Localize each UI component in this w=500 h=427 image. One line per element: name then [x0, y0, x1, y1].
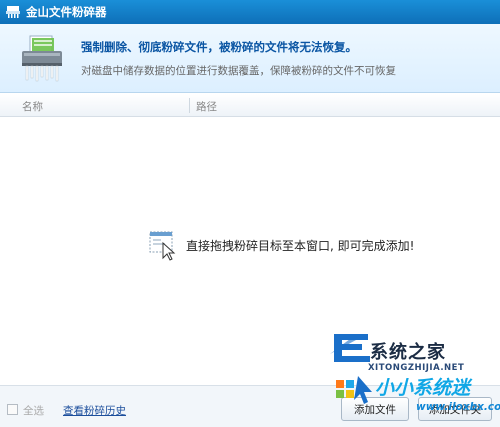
drop-hint: 直接拖拽粉碎目标至本窗口, 即可完成添加!: [148, 229, 414, 261]
window-title: 金山文件粉碎器: [26, 5, 107, 19]
file-drop-list[interactable]: 直接拖拽粉碎目标至本窗口, 即可完成添加!: [0, 117, 500, 385]
select-all-label[interactable]: 全选: [23, 403, 44, 418]
banner-subline: 对磁盘中储存数据的位置进行数据覆盖，保障被粉碎的文件不可恢复: [81, 65, 396, 77]
view-history-link[interactable]: 查看粉碎历史: [63, 403, 126, 418]
column-divider[interactable]: [189, 98, 190, 113]
drag-add-icon: [149, 231, 176, 261]
title-bar: 金山文件粉碎器: [0, 0, 500, 24]
add-file-button[interactable]: 添加文件: [341, 397, 409, 421]
footer-bar: 全选 查看粉碎历史 添加文件 添加文件夹: [0, 385, 500, 427]
column-header-name[interactable]: 名称: [22, 99, 43, 114]
shredder-app-icon: [6, 6, 20, 18]
shredder-illustration-icon: [22, 35, 62, 82]
drop-hint-text: 直接拖拽粉碎目标至本窗口, 即可完成添加!: [186, 238, 415, 253]
banner-headline: 强制删除、彻底粉碎文件，被粉碎的文件将无法恢复。: [81, 40, 357, 54]
column-header-path[interactable]: 路径: [196, 99, 217, 114]
select-all-checkbox[interactable]: [7, 404, 18, 415]
file-table-header: 名称 路径: [0, 94, 500, 117]
info-banner: 强制删除、彻底粉碎文件，被粉碎的文件将无法恢复。 对磁盘中储存数据的位置进行数据…: [0, 24, 500, 93]
add-folder-button[interactable]: 添加文件夹: [418, 397, 492, 421]
